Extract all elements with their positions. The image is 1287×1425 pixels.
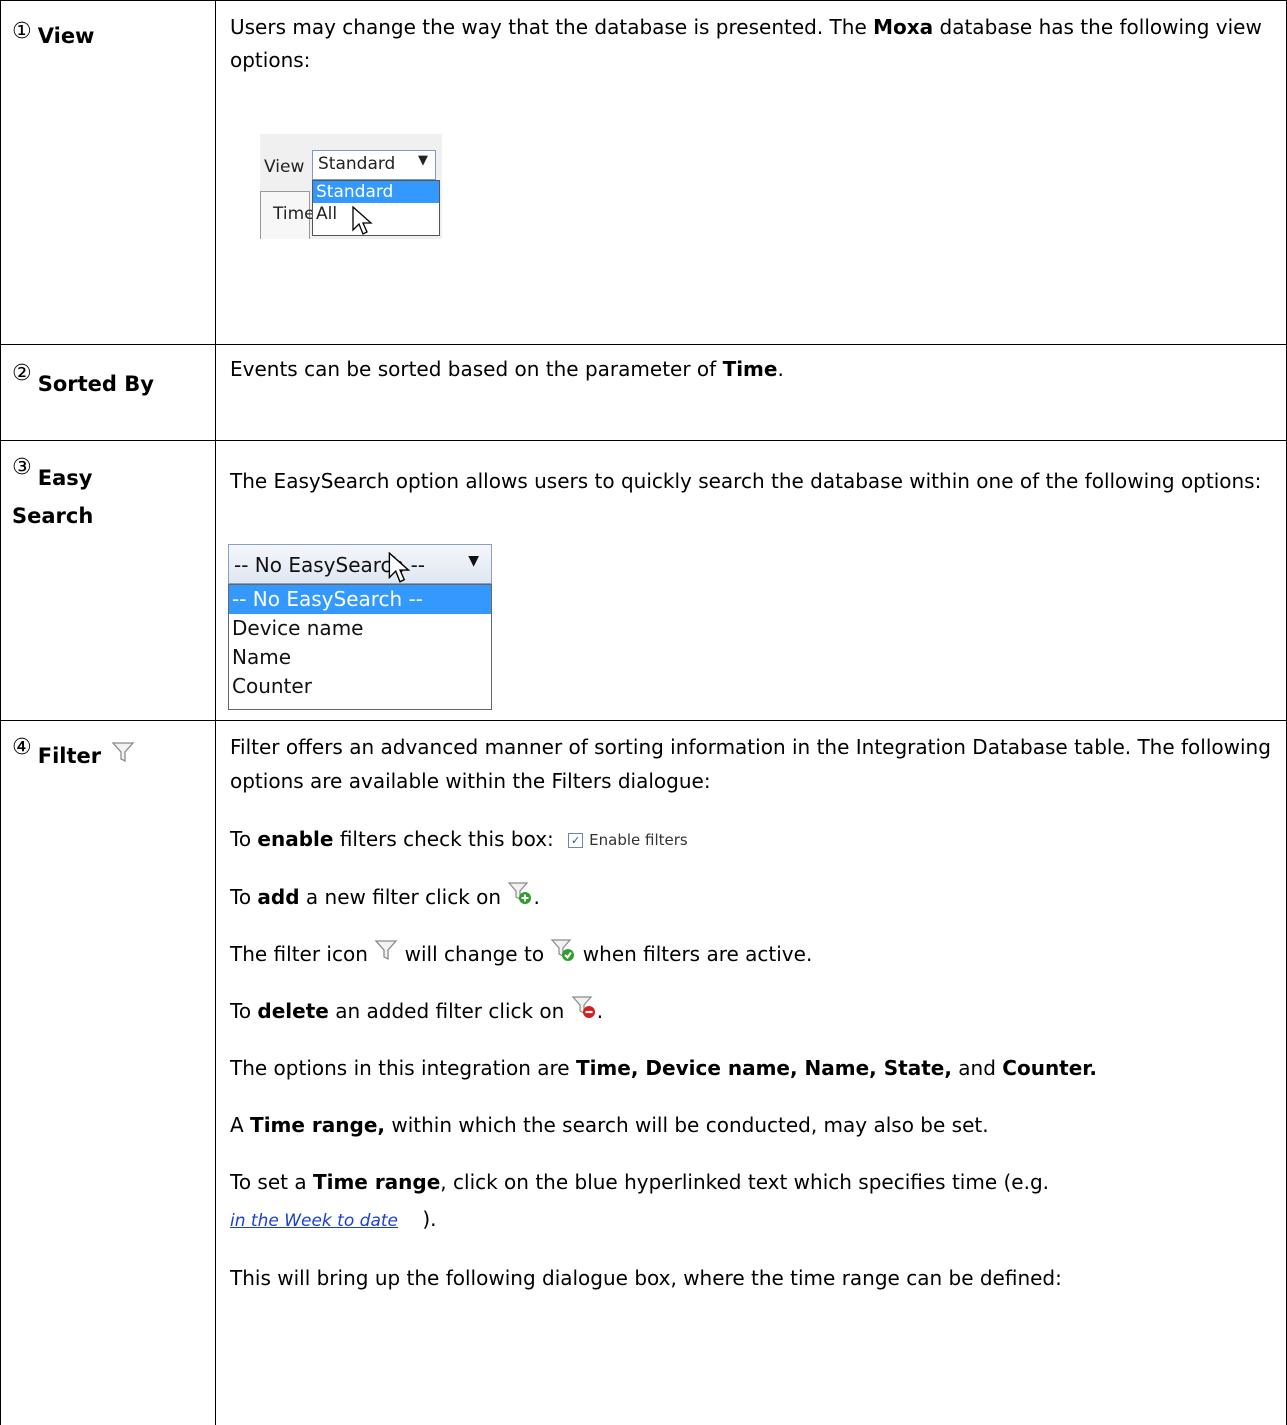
view-option-all[interactable]: All (313, 203, 439, 225)
view-select-value: Standard (318, 154, 396, 174)
row-label-sorted-by: ② Sorted By (12, 356, 154, 396)
desc-text: , click on the blue hyperlinked text whi… (440, 1170, 1050, 1194)
row-divider (0, 344, 1287, 345)
mouse-cursor-icon (352, 206, 373, 235)
row-divider (0, 720, 1287, 721)
label-text: Easy (37, 466, 93, 490)
time-column-header: Time (260, 191, 315, 239)
label-text: Filter (37, 744, 102, 768)
desc-text: Users may change the way that the databa… (230, 15, 874, 39)
desc-text: ). (422, 1207, 437, 1231)
desc-text: To set a (230, 1170, 313, 1194)
easysearch-option[interactable]: Counter (229, 672, 491, 701)
label-text: Sorted By (37, 372, 154, 396)
desc-bold: Time (722, 357, 778, 381)
desc-text: This will bring up the following dialogu… (230, 1266, 1062, 1290)
mouse-cursor-icon (388, 552, 411, 583)
checkbox-checked-icon: ✓ (568, 833, 584, 848)
desc-text: A (230, 1113, 251, 1137)
label-text: View (37, 24, 95, 48)
desc-text: The EasySearch option allows users to qu… (230, 469, 1262, 493)
desc-bold: Time range, (250, 1113, 385, 1137)
desc-text: Events can be sorted based on the parame… (230, 357, 723, 381)
view-options-list: Standard All (312, 180, 440, 236)
row-desc-view: Users may change the way that the databa… (230, 11, 1275, 77)
desc-bold: Time range (312, 1170, 441, 1194)
row-label-filter: ④ Filter (12, 730, 135, 768)
step-number: ② (12, 361, 32, 386)
desc-text: will change to (404, 942, 545, 966)
row-divider (0, 440, 1287, 441)
desc-text: Filter offers an advanced manner of sort… (230, 735, 1271, 793)
desc-text: The filter icon (230, 942, 368, 966)
desc-text: To (230, 827, 258, 851)
desc-bold: Moxa (873, 15, 934, 39)
easysearch-option[interactable]: Name (229, 643, 491, 672)
filter-funnel-icon (374, 939, 398, 960)
options-table: ① View Users may change the way that the … (0, 0, 1287, 1425)
desc-text: . (596, 999, 604, 1023)
easysearch-option[interactable]: Device name (229, 614, 491, 643)
chevron-down-icon: ▼ (418, 153, 428, 168)
view-label: View (264, 157, 305, 177)
easysearch-select[interactable]: -- No EasySearch -- ▼ (228, 544, 492, 584)
desc-bold: enable (257, 827, 334, 851)
column-divider (215, 0, 216, 1425)
enable-filters-checkbox[interactable]: ✓ Enable filters (568, 827, 688, 851)
desc-text: filters check this box: (333, 827, 554, 851)
filter-active-icon (551, 938, 575, 961)
table-border-top (0, 0, 1287, 1)
step-number: ③ (12, 455, 32, 480)
step-number: ① (12, 19, 32, 44)
label-text: Search (12, 504, 94, 528)
row-desc-easy-search: The EasySearch option allows users to qu… (230, 460, 1275, 502)
desc-text: To (230, 999, 258, 1023)
row-label-easy-search: ③ Easy Search (12, 450, 93, 533)
table-border-left (0, 0, 1, 1425)
desc-text: To (230, 885, 258, 909)
view-select[interactable]: Standard ▼ (312, 150, 436, 180)
view-dropdown-screenshot: View Standard ▼ Time Standard All (260, 134, 442, 239)
desc-bold: Counter. (1002, 1056, 1097, 1080)
column-label: Time (273, 204, 315, 224)
chevron-down-icon: ▼ (468, 553, 479, 569)
desc-text: . (777, 357, 784, 381)
easysearch-dropdown-screenshot: -- No EasySearch -- ▼ -- No EasySearch -… (228, 544, 494, 712)
desc-text: within which the search will be conducte… (385, 1113, 989, 1137)
step-number: ④ (12, 735, 32, 760)
desc-text: and (951, 1056, 1003, 1080)
desc-text: a new filter click on (299, 885, 502, 909)
view-option-standard[interactable]: Standard (313, 181, 439, 203)
desc-text: The options in this integration are (230, 1056, 576, 1080)
row-label-view: ① View (12, 14, 94, 48)
desc-bold: Time, Device name, Name, State, (575, 1056, 952, 1080)
time-range-link[interactable]: in the Week to date (230, 1211, 398, 1231)
row-desc-sorted-by: Events can be sorted based on the parame… (230, 353, 1275, 386)
row-desc-filter: Filter offers an advanced manner of sort… (230, 730, 1275, 1295)
filter-add-icon[interactable] (507, 880, 533, 906)
desc-bold: add (257, 885, 300, 909)
filter-delete-icon[interactable] (571, 994, 597, 1020)
checkbox-label: Enable filters (589, 831, 688, 849)
desc-text: an added filter click on (328, 999, 565, 1023)
desc-bold: delete (257, 999, 329, 1023)
easysearch-option[interactable]: -- No EasySearch -- (229, 585, 491, 614)
filter-funnel-icon (112, 741, 135, 762)
desc-text: when filters are active. (582, 942, 813, 966)
desc-text: . (533, 885, 540, 909)
easysearch-options-list: -- No EasySearch -- Device name Name Cou… (228, 584, 492, 710)
